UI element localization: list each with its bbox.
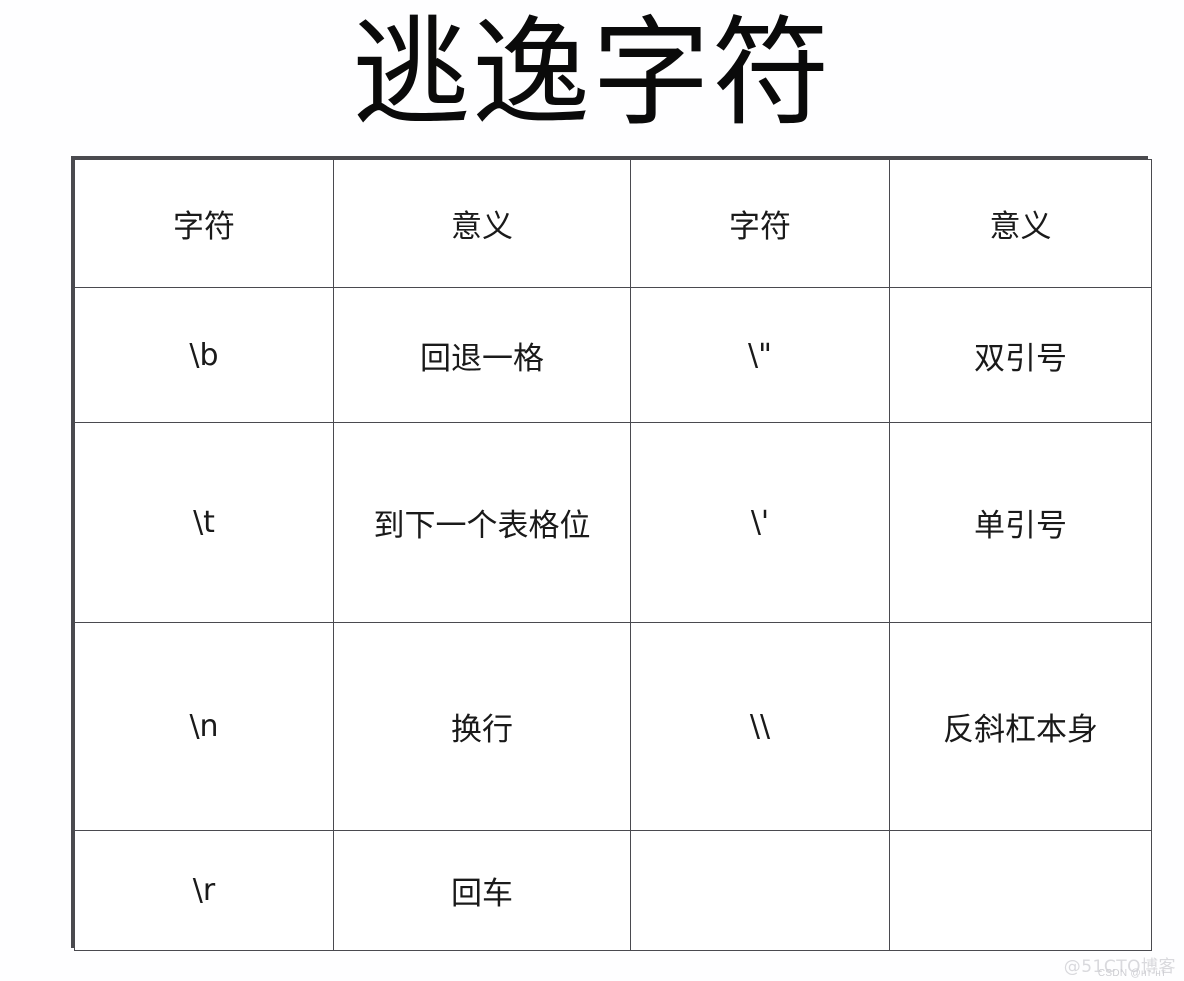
table-row: \r 回车 <box>74 830 1152 951</box>
cell-meaning-right: 单引号 <box>889 422 1152 623</box>
header-cell-meaning-left: 意义 <box>333 159 631 288</box>
cell-meaning-left: 回车 <box>333 830 631 951</box>
cell-char-left: \n <box>74 622 334 831</box>
cell-char-right: \" <box>630 287 890 423</box>
header-cell-char-right: 字符 <box>630 159 890 288</box>
table-row: \n 换行 \\ 反斜杠本身 <box>74 622 1152 831</box>
cell-char-left: \t <box>74 422 334 623</box>
escape-characters-table-container: 字符 意义 字符 意义 \b 回退一格 \" 双引号 \t 到下一个表格位 \'… <box>71 156 1152 951</box>
table-header-row: 字符 意义 字符 意义 <box>74 159 1152 288</box>
document-page: 逃逸字符 字符 意义 字符 意义 \b 回退一格 \" 双引号 \t 到下一个表… <box>0 0 1184 981</box>
cell-meaning-right: 反斜杠本身 <box>889 622 1152 831</box>
page-title: 逃逸字符 <box>351 4 832 142</box>
escape-characters-table: 字符 意义 字符 意义 \b 回退一格 \" 双引号 \t 到下一个表格位 \'… <box>74 159 1152 951</box>
cell-char-right <box>630 830 890 951</box>
cell-char-right: \' <box>630 422 890 623</box>
table-row: \b 回退一格 \" 双引号 <box>74 287 1152 423</box>
cell-char-right: \\ <box>630 622 890 831</box>
cell-meaning-left: 到下一个表格位 <box>333 422 631 623</box>
cell-char-left: \b <box>74 287 334 423</box>
cell-meaning-left: 回退一格 <box>333 287 631 423</box>
cell-meaning-right <box>889 830 1152 951</box>
watermark-csdn: CSDN @нт-нт <box>1097 968 1166 979</box>
header-cell-char-left: 字符 <box>74 159 334 288</box>
cell-meaning-left: 换行 <box>333 622 631 831</box>
table-row: \t 到下一个表格位 \' 单引号 <box>74 422 1152 623</box>
header-cell-meaning-right: 意义 <box>889 159 1152 288</box>
cell-char-left: \r <box>74 830 334 951</box>
cell-meaning-right: 双引号 <box>889 287 1152 423</box>
